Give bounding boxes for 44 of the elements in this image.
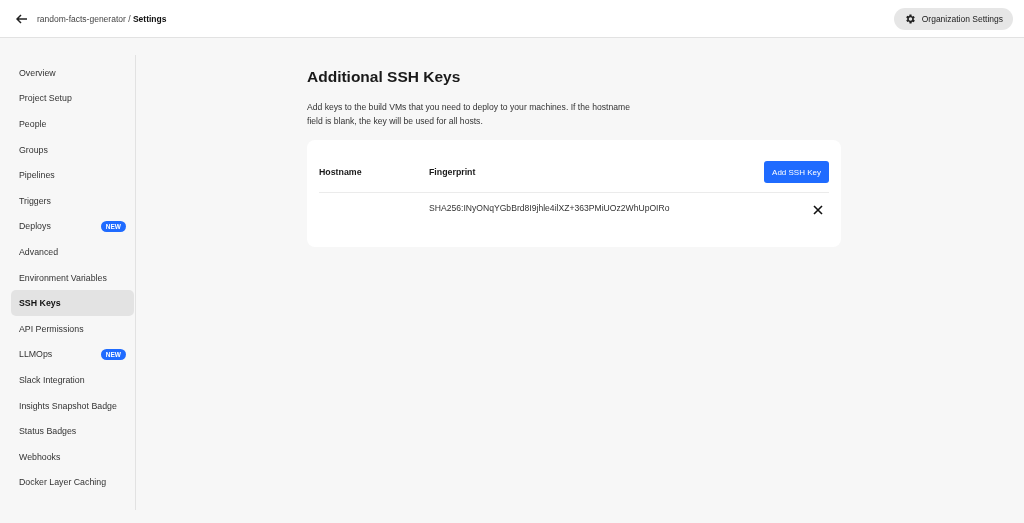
breadcrumb-link[interactable]: random-facts-generator (37, 13, 126, 24)
sidebar-item[interactable]: Environment Variables (11, 264, 134, 291)
sidebar-item-label: Deploys (19, 221, 51, 232)
sidebar-item-label: SSH Keys (19, 298, 61, 309)
column-header: Fingerprint (429, 167, 477, 177)
sidebar-item-label: API Permissions (19, 323, 84, 334)
sidebar-item-label: Docker Layer Caching (19, 477, 107, 488)
sidebar-item-label: People (19, 119, 47, 129)
sidebar-item-label: Groups (19, 144, 48, 155)
sidebar-item[interactable]: Pipelines (11, 162, 134, 188)
sidebar-item[interactable]: Insights Snapshot Badge (11, 392, 134, 419)
sidebar-item[interactable]: Triggers (11, 187, 134, 214)
column-header: Hostname (319, 167, 363, 177)
sidebar-item-label: Insights Snapshot Badge (19, 400, 117, 411)
sidebar-item[interactable]: Slack Integration (11, 367, 134, 393)
close-icon[interactable] (813, 205, 823, 215)
sidebar-item[interactable]: Groups (11, 136, 134, 163)
breadcrumb: random-facts-generator / Settings (37, 13, 167, 24)
sidebar-item-label: Overview (19, 67, 56, 78)
sidebar-item-label: Status Badges (19, 426, 77, 437)
description: Add keys to the build VMs that you need to deploy to your machines. If the hostname field is blank, the key will be used for all hosts. (307, 101, 631, 128)
sidebar-item[interactable]: Overview (11, 60, 134, 86)
sidebar-item[interactable]: SSH Keys (11, 290, 134, 316)
sidebar-item-label: Webhooks (19, 451, 61, 462)
fingerprint-cell-text: SHA256:INyONqYGbBrd8I9jhle4ilXZ+363PMiUOz2WhUpOIRo (429, 202, 671, 215)
page-title: Additional SSH Keys (307, 68, 462, 86)
sidebar-item[interactable]: People (11, 111, 134, 137)
sidebar-item-label: Triggers (19, 195, 51, 206)
sidebar-item-label: Pipelines (19, 170, 55, 181)
back-arrow-icon[interactable] (16, 13, 28, 24)
gear-icon (903, 12, 916, 25)
sidebar-item[interactable]: Advanced (11, 239, 134, 265)
sidebar-item-label: Advanced (19, 246, 59, 257)
sidebar-item-label: Slack Integration (19, 374, 85, 385)
sidebar-item-label: Project Setup (19, 93, 72, 104)
sidebar-item[interactable]: API Permissions (11, 315, 134, 342)
sidebar-item-label: Environment Variables (19, 272, 107, 283)
sidebar-item[interactable]: Webhooks (11, 443, 134, 470)
sidebar-item[interactable]: Project Setup (11, 85, 134, 112)
add-ssh-key-button[interactable]: Add SSH Key (764, 161, 829, 183)
organization-settings-button[interactable]: Organization Settings (893, 7, 1013, 30)
sidebar-item-label: LLMOps (19, 349, 53, 360)
sidebar-item[interactable]: Status Badges (11, 418, 134, 444)
sidebar-item[interactable]: Docker Layer Caching (11, 469, 134, 496)
